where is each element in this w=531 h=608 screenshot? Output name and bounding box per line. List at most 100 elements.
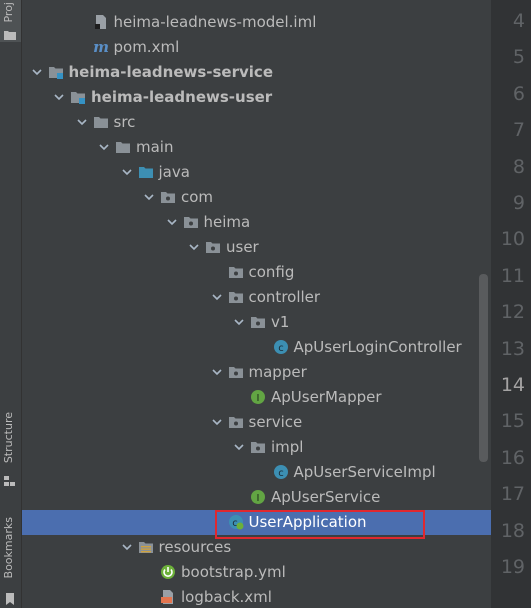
tree-node-label: java (158, 163, 190, 181)
line-number: 17 (500, 483, 525, 506)
package-icon (228, 417, 243, 428)
line-number: 4 (512, 10, 525, 32)
tree-node[interactable]: I ApUserMapper (22, 385, 491, 410)
svg-text:m: m (93, 39, 109, 55)
tree-node-label: heima (203, 213, 251, 231)
tree-node[interactable]: config (22, 260, 491, 285)
tree-node-label: user (226, 238, 259, 256)
project-folder-icon (4, 31, 16, 40)
chevron-down-icon[interactable] (234, 442, 244, 452)
svg-text:c: c (278, 343, 284, 354)
tree-node[interactable]: c ApUserServiceImpl (22, 460, 491, 485)
line-number: 15 (500, 410, 525, 433)
chevron-down-icon[interactable] (211, 292, 222, 302)
tree-node[interactable]: user (22, 235, 491, 260)
line-number: 18 (500, 519, 525, 542)
tree-node-label: mapper (248, 363, 307, 381)
chevron-down-icon[interactable] (166, 217, 177, 227)
line-number: 7 (512, 119, 525, 142)
tree-node-label: heima-leadnews-user (91, 88, 273, 106)
tree-node[interactable]: heima-leadnews-user (22, 85, 491, 110)
tree-node[interactable]: c ApUserLoginController (22, 335, 491, 360)
tree-node[interactable]: impl (22, 435, 491, 460)
tree-node[interactable]: src (22, 110, 491, 135)
interface-icon: I (251, 490, 265, 504)
line-number: 16 (500, 446, 525, 469)
tree-node[interactable]: bootstrap.yml (22, 560, 491, 585)
chevron-down-icon[interactable] (76, 117, 87, 127)
line-number: 13 (500, 337, 525, 360)
bookmark-icon (6, 593, 14, 605)
tree-node[interactable]: main (22, 135, 491, 160)
folder-icon (116, 142, 130, 153)
line-number: 12 (500, 301, 525, 324)
xml-file-icon (161, 590, 173, 604)
chevron-down-icon[interactable] (31, 67, 42, 77)
tree-node[interactable]: heima-leadnews-service (22, 60, 491, 85)
tree-node[interactable]: com (22, 185, 491, 210)
tree-node[interactable]: I ApUserService (22, 485, 491, 510)
chevron-down-icon[interactable] (189, 242, 199, 252)
tree-node-label: impl (271, 438, 304, 456)
tree-node[interactable]: v1 (22, 310, 491, 335)
tree-node-label: pom.xml (113, 38, 180, 56)
module-folder-icon (48, 67, 63, 79)
line-number: 10 (500, 228, 525, 251)
tree-node-label: heima-leadnews-service (68, 63, 274, 81)
interface-icon: I (251, 390, 265, 404)
package-icon (183, 217, 198, 228)
tool-window-strip: Proj Structure Bookmarks (0, 0, 22, 608)
chevron-down-icon[interactable] (234, 317, 244, 327)
structure-tab-label: Structure (2, 412, 15, 464)
svg-text:I: I (257, 393, 260, 404)
maven-icon: m (93, 39, 109, 55)
bookmarks-tool-tab[interactable]: Bookmarks (0, 515, 21, 608)
structure-icon (4, 476, 15, 486)
tree-node-label: config (248, 263, 295, 281)
tree-node[interactable]: logback.xml (22, 585, 491, 608)
selected-item-highlight-box (215, 510, 425, 539)
chevron-down-icon[interactable] (54, 92, 64, 102)
editor-gutter: 4 5 6 7 8 9 10 11 12 13 14 15 16 17 18 19 (491, 0, 531, 608)
module-folder-icon (71, 92, 85, 104)
tree-scrollbar[interactable] (479, 274, 488, 462)
tree-node-label: com (181, 188, 214, 206)
tree-node-label: resources (158, 538, 232, 556)
tree-node[interactable]: heima (22, 210, 491, 235)
chevron-down-icon[interactable] (121, 167, 132, 177)
resources-folder-icon (138, 542, 153, 553)
tree-node[interactable]: heima-leadnews-model.iml (22, 10, 491, 35)
project-tool-tab[interactable]: Proj (0, 0, 21, 42)
line-number: 8 (512, 155, 525, 178)
tree-node-label: v1 (271, 313, 290, 331)
tree-node[interactable]: mapper (22, 360, 491, 385)
spring-config-icon (161, 565, 175, 579)
tree-node[interactable]: controller (22, 285, 491, 310)
tree-node-label: heima-leadnews-model.iml (113, 13, 317, 31)
chevron-down-icon[interactable] (99, 142, 109, 152)
line-number: 11 (500, 264, 525, 287)
tree-node-label: ApUserMapper (271, 388, 382, 406)
svg-text:c: c (278, 468, 284, 479)
tree-node[interactable]: m pom.xml (22, 35, 491, 60)
line-number: 14 (500, 374, 525, 396)
chevron-down-icon[interactable] (144, 192, 154, 202)
structure-tool-tab[interactable]: Structure (0, 410, 21, 490)
tree-node[interactable]: service (22, 410, 491, 435)
tree-node-label: main (136, 138, 174, 156)
package-icon (161, 192, 175, 203)
package-icon (206, 242, 220, 253)
tree-node-label: ApUserLoginController (293, 338, 462, 356)
package-icon (251, 442, 265, 453)
tree-node-label: logback.xml (181, 588, 272, 606)
project-tab-label: Proj (2, 2, 15, 23)
class-icon: c (273, 465, 288, 479)
package-icon (228, 367, 243, 378)
package-icon (228, 292, 243, 303)
tree-node-label: service (248, 413, 303, 431)
tree-node[interactable]: java (22, 160, 491, 185)
chevron-down-icon[interactable] (211, 417, 222, 427)
iml-file-icon (94, 15, 106, 29)
chevron-down-icon[interactable] (121, 542, 132, 552)
chevron-down-icon[interactable] (211, 367, 222, 377)
